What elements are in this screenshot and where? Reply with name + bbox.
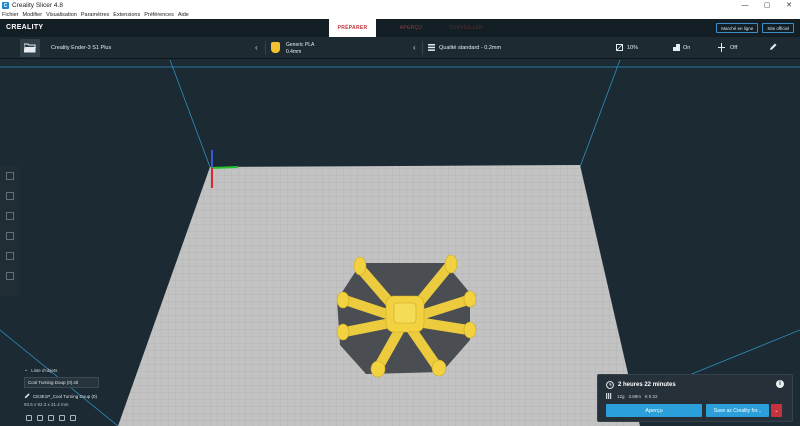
chevron-left-icon[interactable]: ‹ — [255, 43, 258, 52]
print-summary-panel: 2 heures 22 minutes i 12g 3.89m € 0.22 A… — [597, 374, 793, 422]
object-list-panel: ⌄ Liste d'objets Cool Turning Doup (0).s… — [24, 367, 124, 407]
support-value[interactable]: On — [683, 45, 690, 51]
app-icon: C — [2, 2, 9, 9]
tab-preview[interactable]: APERÇU — [376, 19, 446, 37]
build-volume-edge — [169, 59, 211, 168]
save-options-button[interactable]: ⌄ — [771, 404, 782, 417]
support-blocker-icon — [6, 272, 14, 280]
object-list-header[interactable]: ⌄ Liste d'objets — [24, 367, 124, 373]
nozzle-size[interactable]: 0.4mm — [286, 49, 301, 55]
adhesion-value[interactable]: Off — [730, 45, 737, 51]
title-bar: C Creality Slicer 4.8 — ▢ ✕ — [0, 0, 800, 11]
material-name[interactable]: Generic PLA — [286, 42, 314, 48]
clock-icon — [606, 381, 614, 389]
support-blocker-tool[interactable] — [0, 266, 20, 286]
preview-button[interactable]: Aperçu — [606, 404, 702, 417]
infill-icon — [616, 44, 623, 51]
menu-preferences[interactable]: Préférences — [144, 12, 174, 18]
menu-extensions[interactable]: Extensions — [113, 12, 140, 18]
header-buttons: Marché en ligne Site officiel — [716, 23, 794, 33]
app-header: CREALITY PRÉPARER APERÇU SURVEILLER Marc… — [0, 19, 800, 37]
scale-tool[interactable] — [0, 186, 20, 206]
maximize-button[interactable]: ▢ — [756, 0, 778, 11]
filament-icon — [606, 393, 612, 399]
filament-length: 3.89m — [628, 393, 642, 399]
printer-selector[interactable]: Creality Ender-3 S1 Plus — [51, 45, 111, 51]
move-tool[interactable] — [0, 166, 20, 186]
menu-settings[interactable]: Paramètres — [81, 12, 109, 18]
settings-icon — [6, 252, 14, 260]
filament-weight: 12g — [617, 393, 625, 399]
pencil-icon — [24, 393, 30, 399]
print-time: 2 heures 22 minutes — [606, 381, 676, 389]
menu-bar: Fichier Modifier Visualisation Paramètre… — [0, 11, 800, 19]
chevron-down-icon: ⌄ — [24, 367, 29, 373]
tool-rail — [0, 166, 20, 296]
info-icon[interactable]: i — [776, 380, 784, 388]
object-list-title: Liste d'objets — [31, 367, 58, 373]
folder-icon — [24, 43, 36, 53]
scale-icon — [6, 192, 14, 200]
window-title: Creality Slicer 4.8 — [12, 2, 63, 9]
adhesion-icon — [718, 43, 725, 52]
toolbar-divider — [422, 41, 423, 55]
filament-cost: € 0.22 — [645, 393, 658, 399]
build-volume-edge — [579, 59, 621, 168]
toolbar-divider — [265, 41, 266, 55]
menu-file[interactable]: Fichier — [2, 12, 19, 18]
cube-icon[interactable] — [37, 415, 43, 421]
menu-edit[interactable]: Modifier — [23, 12, 43, 18]
print-time-value: 2 heures 22 minutes — [618, 382, 676, 388]
tab-prepare[interactable]: PRÉPARER — [329, 19, 376, 37]
open-file-button[interactable] — [20, 39, 40, 57]
chevron-left-icon[interactable]: ‹ — [413, 43, 416, 52]
rotate-tool[interactable] — [0, 206, 20, 226]
mirror-icon — [6, 232, 14, 240]
cube-icon[interactable] — [59, 415, 65, 421]
mirror-tool[interactable] — [0, 226, 20, 246]
per-model-settings-tool[interactable] — [0, 246, 20, 266]
menu-view[interactable]: Visualisation — [46, 12, 77, 18]
object-name: CE3E1P_Cool Turning Doup (0) — [33, 393, 98, 399]
print-stats: 12g 3.89m € 0.22 — [606, 393, 658, 399]
move-icon — [6, 172, 14, 180]
menu-help[interactable]: Aide — [178, 12, 189, 18]
chevron-down-icon: ⌄ — [774, 407, 779, 414]
official-site-button[interactable]: Site officiel — [762, 23, 794, 33]
cube-icon[interactable] — [48, 415, 54, 421]
settings-toolbar — [0, 37, 800, 59]
creality-logo: CREALITY — [6, 24, 44, 31]
object-actions — [26, 415, 76, 421]
marketplace-button[interactable]: Marché en ligne — [716, 23, 759, 33]
stage-tabs: PRÉPARER APERÇU SURVEILLER — [329, 19, 486, 37]
infill-value[interactable]: 10% — [627, 45, 638, 51]
y-axis — [211, 166, 239, 169]
material-spool-icon — [271, 42, 280, 53]
cube-icon[interactable] — [26, 415, 32, 421]
close-button[interactable]: ✕ — [778, 0, 800, 11]
save-button[interactable]: Save as Creality for... — [706, 404, 769, 417]
rotate-icon — [6, 212, 14, 220]
tab-monitor[interactable]: SURVEILLER — [446, 19, 486, 37]
cube-icon[interactable] — [70, 415, 76, 421]
window-controls: — ▢ ✕ — [734, 0, 800, 11]
support-icon — [673, 44, 680, 51]
quality-profile[interactable]: Qualité standard - 0.2mm — [439, 45, 501, 51]
object-list-item[interactable]: Cool Turning Doup (0).stl — [24, 377, 99, 388]
profile-icon — [428, 44, 435, 51]
object-name-row[interactable]: CE3E1P_Cool Turning Doup (0) — [24, 393, 124, 399]
object-dimensions: 93.5 x 92.3 x 31.4 mm — [24, 402, 69, 407]
pencil-icon[interactable] — [769, 43, 777, 51]
minimize-button[interactable]: — — [734, 0, 756, 11]
